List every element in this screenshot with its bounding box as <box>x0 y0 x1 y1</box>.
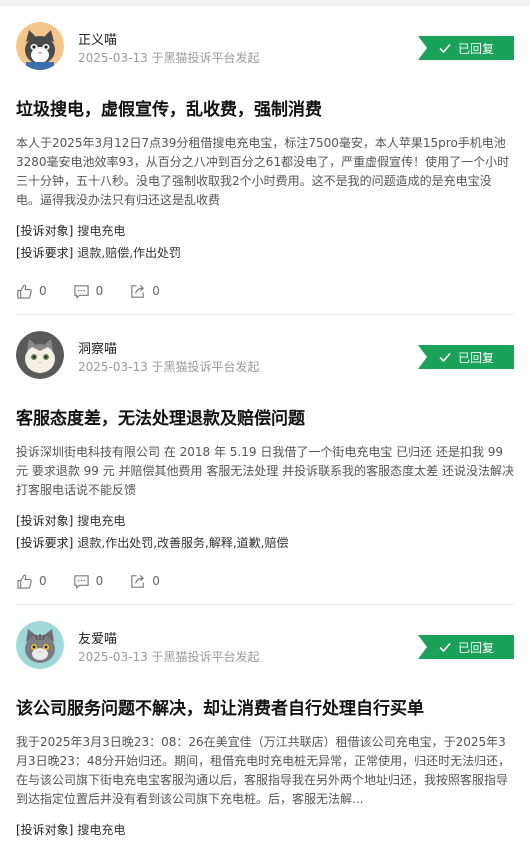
like-button[interactable]: 0 <box>16 573 47 590</box>
check-icon <box>439 352 451 363</box>
complaint-card[interactable]: 洞察喵 2025-03-13 于黑猫投诉平台发起 已回复 客服态度差，无法处理退… <box>0 315 530 605</box>
like-count: 0 <box>39 284 47 298</box>
share-button[interactable]: 0 <box>129 573 160 590</box>
check-icon <box>439 43 451 54</box>
status-badge: 已回复 <box>418 635 514 659</box>
thumbs-up-icon <box>17 284 32 299</box>
target-label: [投诉对象] <box>16 514 74 528</box>
complaint-target: [投诉对象] 搜电充电 <box>16 220 514 242</box>
username[interactable]: 友爱喵 <box>78 628 117 647</box>
complaint-description[interactable]: 本人于2025年3月12日7点39分租借搜电充电宝，标注7500毫安，本人苹果1… <box>16 134 514 210</box>
status-badge: 已回复 <box>418 345 514 369</box>
share-icon <box>131 574 145 588</box>
like-button[interactable]: 0 <box>16 283 47 300</box>
cat-avatar-icon <box>16 22 64 70</box>
cat-avatar-icon <box>16 621 64 669</box>
target-value: 搜电充电 <box>77 514 126 528</box>
thumbs-up-icon <box>17 574 32 589</box>
post-meta: 2025-03-13 于黑猫投诉平台发起 <box>78 650 260 664</box>
complaint-request: [投诉要求] 退款,作出处罚,改善服务,解释,道歉,赔偿 <box>16 532 514 554</box>
card-header: 洞察喵 2025-03-13 于黑猫投诉平台发起 已回复 <box>16 315 514 387</box>
avatar[interactable] <box>16 621 64 669</box>
comment-button[interactable]: 0 <box>73 283 104 300</box>
complaint-card[interactable]: 正义喵 2025-03-13 于黑猫投诉平台发起 已回复 垃圾搜电，虚假宣传，乱… <box>0 6 530 315</box>
target-label: [投诉对象] <box>16 224 74 238</box>
post-meta: 2025-03-13 于黑猫投诉平台发起 <box>78 51 260 65</box>
status-label: 已回复 <box>457 41 494 56</box>
avatar[interactable] <box>16 331 64 379</box>
complaint-card[interactable]: 友爱喵 2025-03-13 于黑猫投诉平台发起 已回复 该公司服务问题不解决，… <box>0 605 530 853</box>
request-label: [投诉要求] <box>16 536 74 550</box>
complaint-request: [投诉要求] 退款,赔偿,作出处罚 <box>16 242 514 264</box>
comment-count: 0 <box>95 284 104 298</box>
complaint-description[interactable]: 投诉深圳街电科技有限公司 在 2018 年 5.19 日我借了一个街电充电宝 已… <box>16 443 514 500</box>
comment-count: 0 <box>95 574 104 588</box>
status-label: 已回复 <box>457 350 494 365</box>
comment-button[interactable]: 0 <box>73 573 104 590</box>
request-value: 退款,赔偿,作出处罚 <box>77 246 182 260</box>
comment-icon <box>73 284 89 299</box>
post-meta: 2025-03-13 于黑猫投诉平台发起 <box>78 360 260 374</box>
request-label: [投诉要求] <box>16 246 74 260</box>
username[interactable]: 正义喵 <box>78 29 117 48</box>
target-value: 搜电充电 <box>77 823 126 837</box>
complaint-title[interactable]: 该公司服务问题不解决，却让消费者自行处理自行买单 <box>16 697 514 721</box>
target-value: 搜电充电 <box>77 224 126 238</box>
target-label: [投诉对象] <box>16 823 74 837</box>
check-icon <box>439 642 451 653</box>
card-header: 友爱喵 2025-03-13 于黑猫投诉平台发起 已回复 <box>16 605 514 677</box>
status-label: 已回复 <box>457 640 494 655</box>
avatar[interactable] <box>16 22 64 70</box>
share-count: 0 <box>152 574 160 588</box>
status-badge: 已回复 <box>418 36 514 60</box>
share-button[interactable]: 0 <box>129 283 160 300</box>
cat-avatar-icon <box>16 331 64 379</box>
share-count: 0 <box>152 284 160 298</box>
complaint-target: [投诉对象] 搜电充电 <box>16 510 514 532</box>
complaint-target: [投诉对象] 搜电充电 <box>16 819 514 841</box>
complaint-title[interactable]: 垃圾搜电，虚假宣传，乱收费，强制消费 <box>16 98 514 122</box>
like-count: 0 <box>39 574 47 588</box>
complaint-description[interactable]: 我于2025年3月3日晚23：08：26在美宜佳（万江共联店）租借该公司充电宝，… <box>16 733 514 809</box>
action-bar: 0 0 0 <box>16 570 514 592</box>
share-icon <box>131 284 145 298</box>
card-header: 正义喵 2025-03-13 于黑猫投诉平台发起 已回复 <box>16 6 514 78</box>
action-bar: 0 0 0 <box>16 280 514 302</box>
request-value: 退款,作出处罚,改善服务,解释,道歉,赔偿 <box>77 536 289 550</box>
comment-icon <box>73 574 89 589</box>
username[interactable]: 洞察喵 <box>78 338 117 357</box>
complaint-title[interactable]: 客服态度差，无法处理退款及赔偿问题 <box>16 407 514 431</box>
